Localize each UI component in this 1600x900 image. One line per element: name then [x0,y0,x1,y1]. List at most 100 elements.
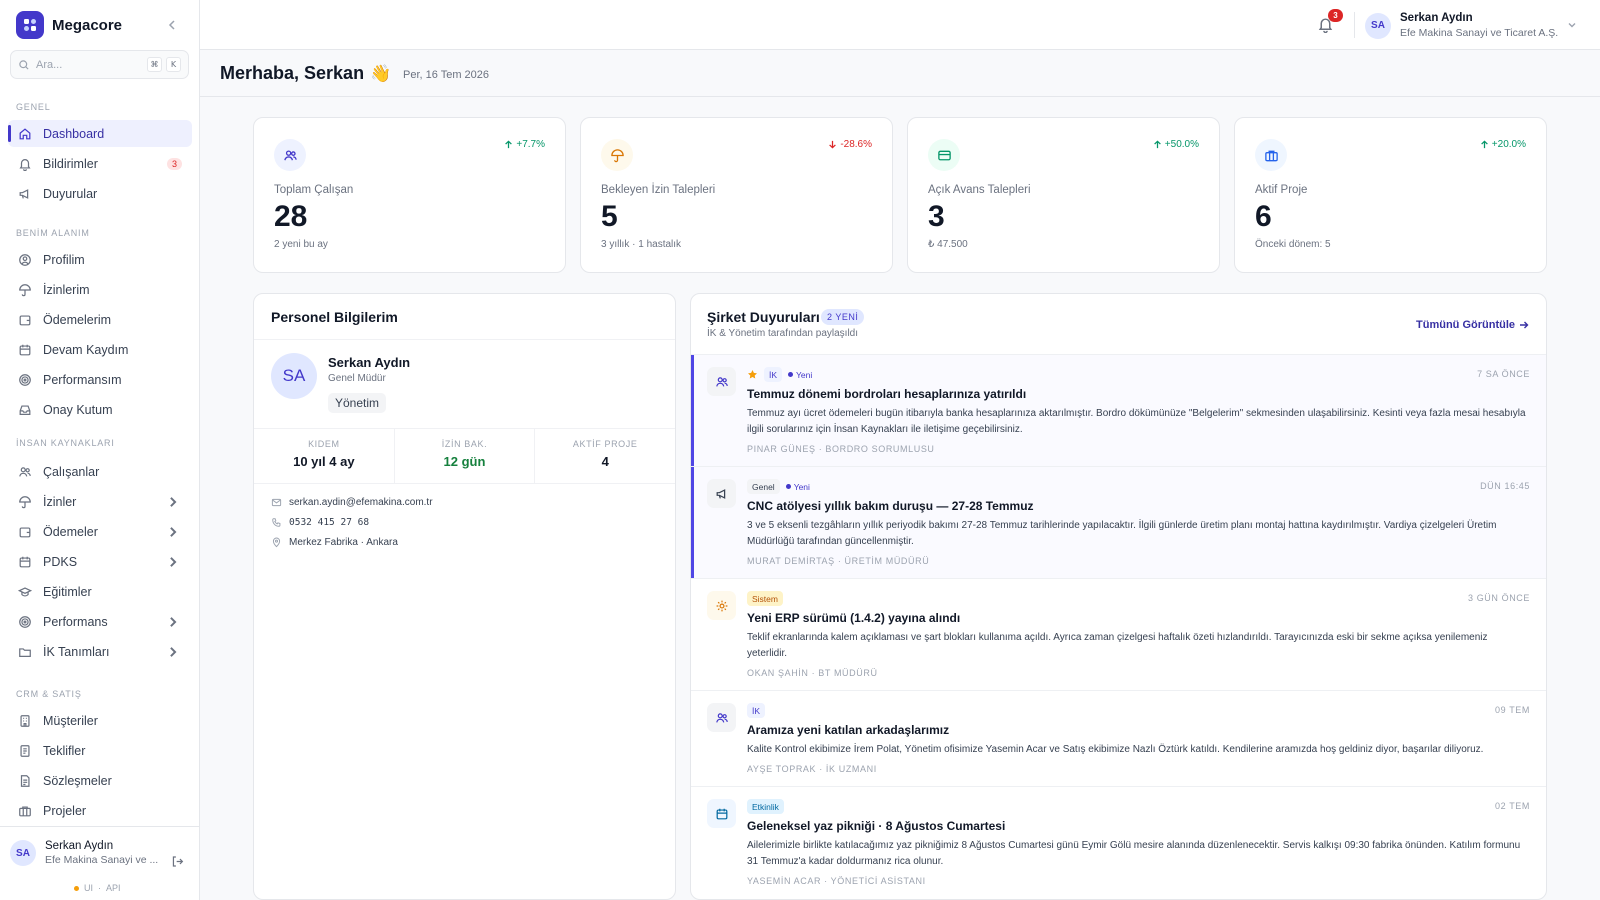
sidebar-item-odemelerim[interactable]: Ödemelerim [8,306,192,333]
sidebar-item-label: Bildirimler [43,156,98,171]
contact-phone[interactable]: 0532 415 27 68 [271,517,369,528]
megacore-logo-icon [16,11,44,39]
credit-card-icon [928,139,960,171]
sidebar-item-onay-kutum[interactable]: Onay Kutum [8,396,192,423]
announcement-item[interactable]: Genel Yeni DÜN 16:45 CNC atölyesi yıllık… [691,466,1546,578]
calendar-icon [19,344,31,355]
notification-count-badge: 3 [166,157,182,170]
briefcase-icon [19,805,31,816]
announcement-tags: Genel Yeni [747,479,810,494]
collapse-sidebar-icon[interactable] [164,17,180,33]
stat-card-total-employees[interactable]: +7.7% Toplam Çalışan 28 2 yeni bu ay [253,117,566,273]
sidebar-item-duyurular[interactable]: Duyurular [8,180,192,207]
user-company: Efe Makina Sanayi ve Ticaret A.Ş. [1400,27,1559,39]
announcement-item[interactable]: İK Yeni 7 SA ÖNCE Temmuz dönemi bordrola… [691,354,1546,466]
trend-indicator: +20.0% [1480,139,1526,150]
trend-indicator: +50.0% [1153,139,1199,150]
announcement-body: 3 ve 5 eksenli tezgâhların yıllık periyo… [747,520,1497,547]
sidebar-item-ik-tanimlari[interactable]: İK Tanımları [8,638,192,665]
sidebar-item-odemeler[interactable]: Ödemeler [8,518,192,545]
sidebar-item-label: Performansım [43,372,122,387]
contact-email[interactable]: serkan.aydin@efemakina.com.tr [271,497,433,508]
users-icon [707,703,736,732]
announcement-item[interactable]: İK 09 TEM Aramıza yeni katılan arkadaşla… [691,690,1546,786]
announcement-author: OKAN ŞAHİN · BT MÜDÜRÜ [747,668,878,678]
stat-value: 28 [274,200,308,233]
chevron-down-icon[interactable] [1567,20,1577,30]
search-input[interactable]: Ara... [36,59,143,71]
announcement-time: DÜN 16:45 [1480,481,1530,491]
user-menu[interactable]: SA Serkan Aydın Efe Makina Sanayi ve Tic… [1365,12,1558,39]
company-announcements-card: Şirket Duyuruları 2 YENİ İK & Yönetim ta… [690,293,1547,900]
category-tag: Etkinlik [747,799,784,814]
announcement-item[interactable]: Etkinlik 02 TEM Geleneksel yaz pikniği ·… [691,786,1546,899]
chevron-right-icon [170,616,177,627]
arrow-down-icon [829,140,837,149]
env-ui-label: UI [84,883,93,893]
announcement-author: PINAR GÜNEŞ · BORDRO SORUMLUSU [747,444,935,454]
card-title: Personel Bilgilerim [271,309,398,325]
avatar: SA [1365,12,1391,39]
sidebar-item-izinler[interactable]: İzinler [8,488,192,515]
logout-icon[interactable] [171,855,184,868]
sidebar-item-izinlerim[interactable]: İzinlerim [8,276,192,303]
announcement-item[interactable]: Sistem 3 GÜN ÖNCE Yeni ERP sürümü (1.4.2… [691,578,1546,690]
kbd-k: K [166,57,181,72]
announcement-title: Geleneksel yaz pikniği · 8 Ağustos Cumar… [747,819,1006,833]
sidebar-item-dashboard[interactable]: Dashboard [8,120,192,147]
briefcase-icon [1255,139,1287,171]
sidebar-item-calisanlar[interactable]: Çalışanlar [8,458,192,485]
sidebar-footer: SA Serkan Aydın Efe Makina Sanayi ve ...… [0,826,200,900]
status-dot-icon [74,885,79,891]
sidebar: Megacore Ara... ⌘ K GENEL Dashboard Bild… [0,0,200,900]
sidebar-user[interactable]: SA Serkan Aydın Efe Makina Sanayi ve ... [10,840,158,866]
chevron-right-icon [170,646,177,657]
trend-value: +20.0% [1491,139,1526,150]
notification-badge: 3 [1328,9,1343,22]
stat-card-open-advance[interactable]: +50.0% Açık Avans Talepleri 3 ₺ 47.500 [907,117,1220,273]
brand[interactable]: Megacore [16,11,122,39]
sidebar-user-name: Serkan Aydın [45,840,114,852]
email-text: serkan.aydin@efemakina.com.tr [289,497,433,508]
stat-subtext: Önceki dönem: 5 [1255,239,1331,250]
sidebar-item-profilim[interactable]: Profilim [8,246,192,273]
sidebar-item-sozlesmeler[interactable]: Sözleşmeler [8,767,192,794]
sidebar-item-devam-kaydim[interactable]: Devam Kaydım [8,336,192,363]
card-subtitle: İK & Yönetim tarafından paylaşıldı [707,328,859,339]
sidebar-item-label: Ödemelerim [43,312,112,327]
sidebar-item-label: İzinler [43,494,77,509]
announcement-author: YASEMİN ACAR · YÖNETİCİ ASİSTANI [747,876,926,886]
megaphone-icon [707,479,736,508]
user-circle-icon [19,253,31,266]
stat-card-pending-leave[interactable]: -28.6% Bekleyen İzin Talepleri 5 3 yıllı… [580,117,893,273]
sidebar-item-musteriler[interactable]: Müşteriler [8,707,192,734]
employee-role: Genel Müdür [328,373,386,384]
page-header: Merhaba, Serkan 👋 Per, 16 Tem 2026 [200,50,1600,97]
sidebar-item-pdks[interactable]: PDKS [8,548,192,575]
new-indicator: Yeni [786,482,810,492]
calendar-icon [19,556,31,567]
stat-value: 3 [928,200,945,233]
search-box[interactable]: Ara... ⌘ K [10,50,189,79]
department-badge: Yönetim [328,393,387,413]
sidebar-item-label: Çalışanlar [43,464,100,479]
sidebar-item-bildirimler[interactable]: Bildirimler 3 [8,150,192,177]
announcement-time: 3 GÜN ÖNCE [1467,593,1530,603]
stat-card-active-projects[interactable]: +20.0% Aktif Proje 6 Önceki dönem: 5 [1234,117,1547,273]
sidebar-item-projeler[interactable]: Projeler [8,797,192,824]
profile-stat-label: AKTİF PROJE [572,439,638,449]
announcement-title: Yeni ERP sürümü (1.4.2) yayına alındı [747,611,961,625]
sidebar-item-performansim[interactable]: Performansım [8,366,192,393]
sidebar-item-teklifler[interactable]: Teklifler [8,737,192,764]
sidebar-item-performans[interactable]: Performans [8,608,192,635]
announcement-tags: Etkinlik [747,799,784,814]
stat-subtext: ₺ 47.500 [928,239,968,250]
announcement-body: Teklif ekranlarında kalem açıklaması ve … [747,632,1488,659]
sidebar-item-label: Eğitimler [43,584,92,599]
profile-stat-value: 4 [601,454,609,469]
topbar: 3 SA Serkan Aydın Efe Makina Sanayi ve T… [200,0,1600,50]
sidebar-item-egitimler[interactable]: Eğitimler [8,578,192,605]
view-all-link[interactable]: Tümünü Görüntüle [1416,319,1529,331]
chevron-right-icon [170,496,177,507]
phone-icon [272,518,281,527]
